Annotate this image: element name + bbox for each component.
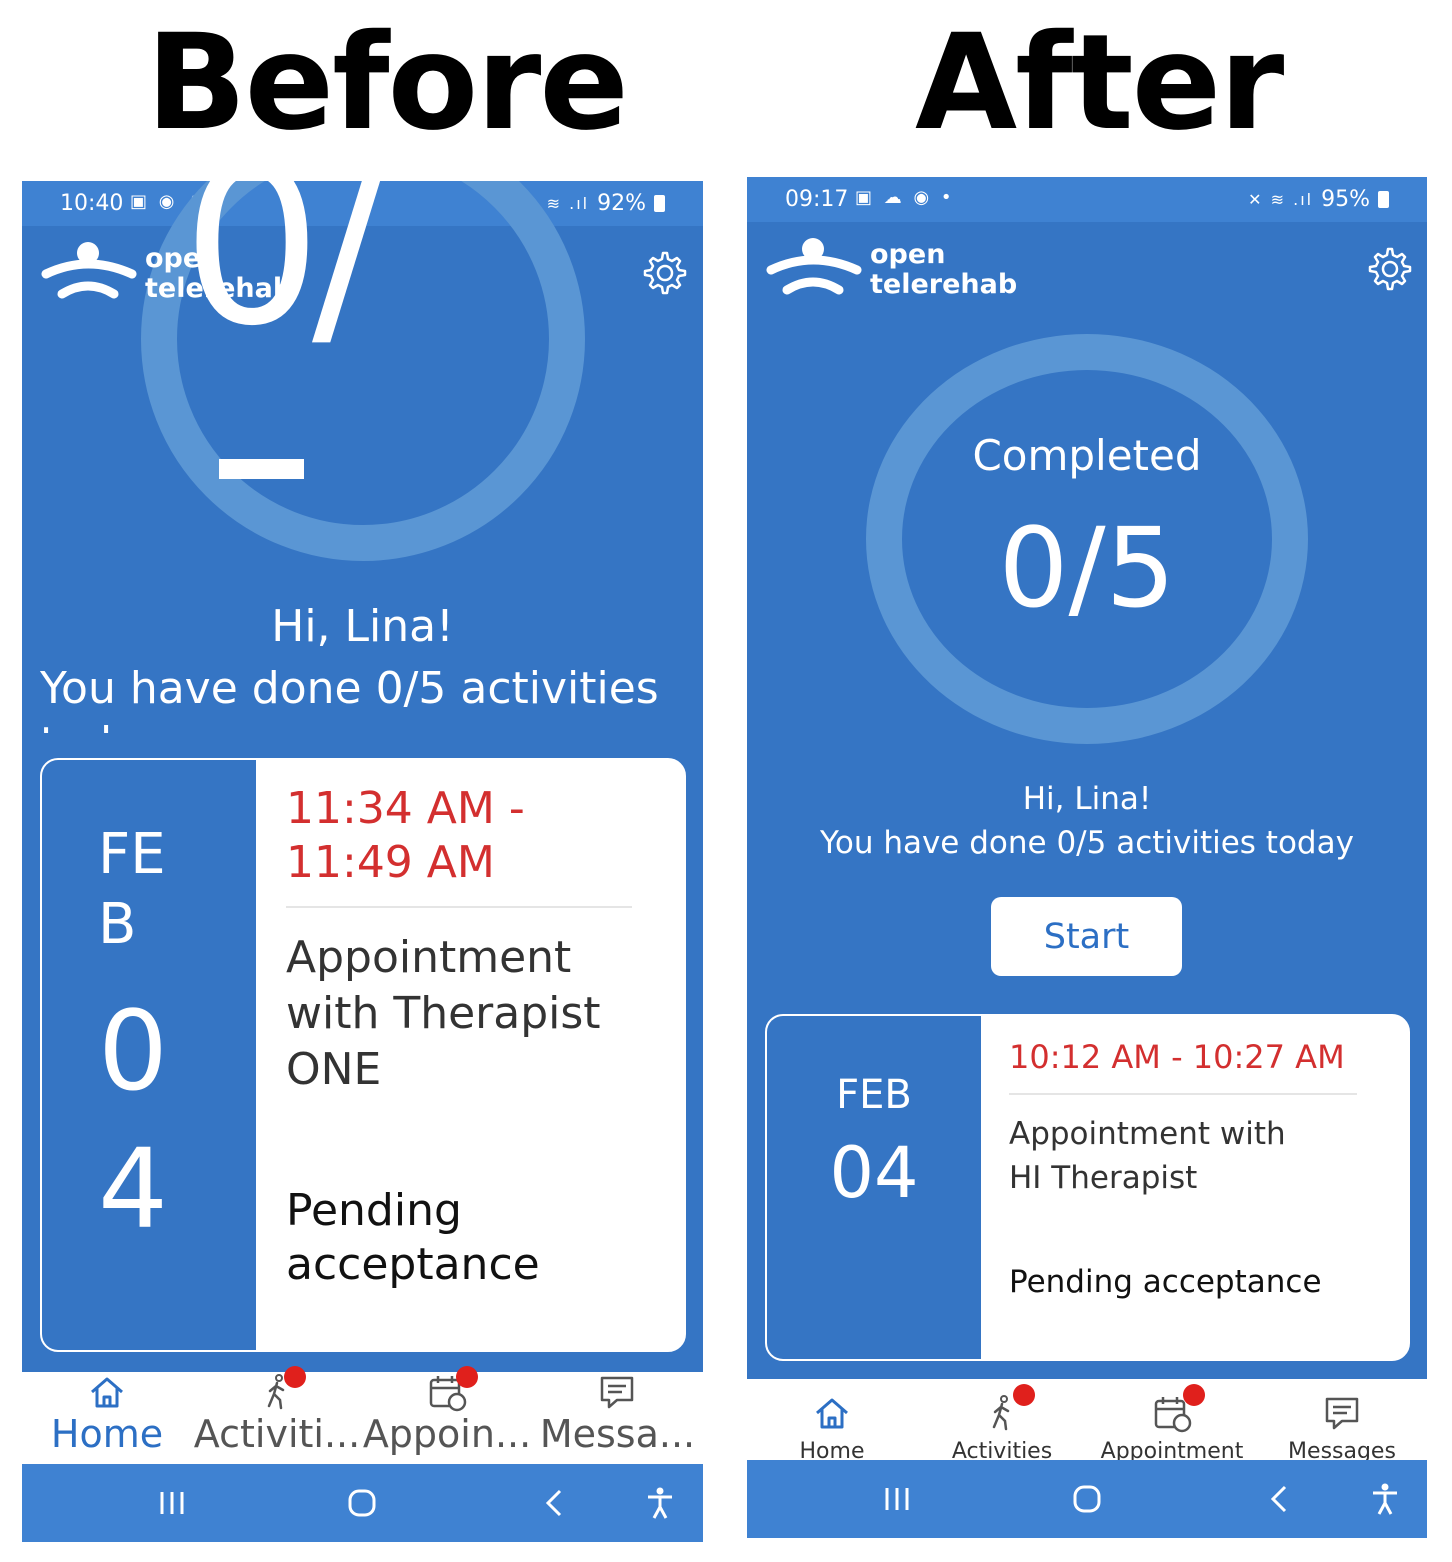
bottom-tab-bar: Home Activities Appointment Messages <box>747 1379 1427 1464</box>
home-nav-icon <box>348 1489 376 1517</box>
activity-summary: You have done 0/5 activities today <box>820 825 1354 861</box>
recent-apps-button[interactable] <box>857 1460 937 1538</box>
message-icon <box>1325 1397 1359 1430</box>
logo-line-2: telerehab <box>870 269 1018 300</box>
accessibility-button[interactable] <box>620 1464 700 1542</box>
greeting-text: Hi, Lina! <box>1022 781 1152 817</box>
tab-messages[interactable]: Messages <box>1257 1379 1427 1464</box>
bottom-tab-bar: Home Activiti... Appoin... Messa... <box>22 1366 703 1464</box>
activities-notification-dot <box>284 1366 306 1388</box>
progress-ring-label: Completed <box>972 431 1202 480</box>
appointment-notification-dot <box>1183 1384 1205 1406</box>
progress-ring-underscore <box>219 459 304 479</box>
logo-line-2: telerehab <box>145 273 293 304</box>
status-time: 09:17 <box>785 187 849 212</box>
home-nav-button[interactable] <box>322 1464 402 1542</box>
battery-level: 92% <box>597 191 646 216</box>
appointment-status: Pending acceptance <box>286 1185 540 1290</box>
appointment-status: Pending acceptance <box>1009 1264 1322 1300</box>
tab-home[interactable]: Home <box>747 1379 917 1464</box>
logo-person-icon <box>41 242 137 299</box>
appointment-card[interactable]: FEB 04 11:34 AM - 11:49 AM Appointment w… <box>40 758 686 1352</box>
recent-apps-button[interactable] <box>132 1464 212 1542</box>
logo-person-icon <box>766 238 862 295</box>
appointment-description-line-1: Appointment with <box>1009 1116 1286 1152</box>
back-icon <box>1270 1485 1287 1513</box>
tab-home[interactable]: Home <box>22 1372 192 1464</box>
after-heading: After <box>915 6 1284 160</box>
tab-appointment[interactable]: Appoin... <box>362 1366 532 1464</box>
appointment-card[interactable]: FEB 04 10:12 AM - 10:27 AM Appointment w… <box>765 1014 1410 1361</box>
before-screenshot: 10:40 ▣ ◉ ▲ • ✕ ≋ .ıl 92% 0/ open telere… <box>22 181 703 1542</box>
home-nav-button[interactable] <box>1047 1460 1127 1538</box>
activities-notification-dot <box>1013 1384 1035 1406</box>
home-nav-icon <box>1073 1485 1101 1513</box>
tab-activities[interactable]: Activities <box>917 1379 1087 1464</box>
start-button[interactable]: Start <box>991 897 1182 976</box>
appointment-time: 10:12 AM - 10:27 AM <box>1009 1038 1345 1076</box>
appointment-date: FEB 04 <box>42 760 256 1350</box>
system-nav-bar <box>747 1460 1427 1538</box>
tab-label-messages: Messa... <box>539 1412 696 1456</box>
app-logo: open telerehab <box>765 232 1025 312</box>
status-bar: 09:17 ▣ ☁ ◉ • ✕ ≋ .ıl 95% <box>747 177 1427 222</box>
system-nav-bar <box>22 1464 703 1542</box>
accessibility-icon <box>1373 1483 1397 1515</box>
battery-level: 95% <box>1321 187 1370 212</box>
appointment-day: 04 <box>829 1132 919 1214</box>
appointment-day: 04 <box>98 987 168 1253</box>
tab-label-home: Home <box>50 1412 164 1456</box>
tab-label-appointment: Appoin... <box>362 1412 532 1456</box>
home-icon <box>91 1377 123 1408</box>
greeting-text: Hi, Lina! <box>271 601 454 652</box>
home-icon <box>816 1398 848 1429</box>
before-heading: Before <box>146 6 629 160</box>
logo-line-1: open <box>145 243 221 274</box>
activity-summary: You have done 0/5 activities today <box>40 663 659 733</box>
logo-line-1: open <box>870 239 946 270</box>
accessibility-icon <box>648 1487 672 1519</box>
tab-label-activities: Activiti... <box>193 1412 361 1456</box>
tab-activities[interactable]: Activiti... <box>192 1366 362 1464</box>
recent-apps-icon <box>885 1488 909 1510</box>
settings-gear-icon[interactable] <box>1364 245 1412 293</box>
tab-appointment[interactable]: Appointment <box>1087 1379 1257 1464</box>
accessibility-button[interactable] <box>1345 1460 1425 1538</box>
appointment-notification-dot <box>456 1366 478 1388</box>
settings-gear-icon[interactable] <box>639 249 687 297</box>
notification-icons: ▣ ☁ ◉ • <box>855 187 955 208</box>
appointment-month: FEB <box>836 1072 912 1118</box>
appointment-description-line-2: HI Therapist <box>1009 1160 1198 1196</box>
battery-icon <box>1378 191 1389 208</box>
recent-apps-icon <box>160 1492 184 1514</box>
appointment-month: FEB <box>98 822 166 957</box>
card-divider <box>1009 1093 1357 1095</box>
tab-messages[interactable]: Messa... <box>532 1372 703 1464</box>
progress-ring-value: 0/5 <box>998 504 1176 632</box>
back-button[interactable] <box>514 1464 594 1542</box>
appointment-date: FEB 04 <box>767 1016 981 1359</box>
card-divider <box>286 906 632 908</box>
status-time: 10:40 <box>60 191 124 216</box>
back-icon <box>545 1489 562 1517</box>
signal-icons: ✕ ≋ .ıl <box>1248 190 1314 209</box>
appointment-description: Appointment with Therapist ONE <box>286 932 601 1095</box>
back-button[interactable] <box>1239 1460 1319 1538</box>
after-screenshot: 09:17 ▣ ☁ ◉ • ✕ ≋ .ıl 95% open telerehab… <box>747 177 1427 1538</box>
app-logo: open telerehab <box>40 236 300 316</box>
message-icon <box>600 1376 634 1409</box>
appointment-time: 11:34 AM - 11:49 AM <box>286 783 525 888</box>
battery-icon <box>654 195 665 212</box>
